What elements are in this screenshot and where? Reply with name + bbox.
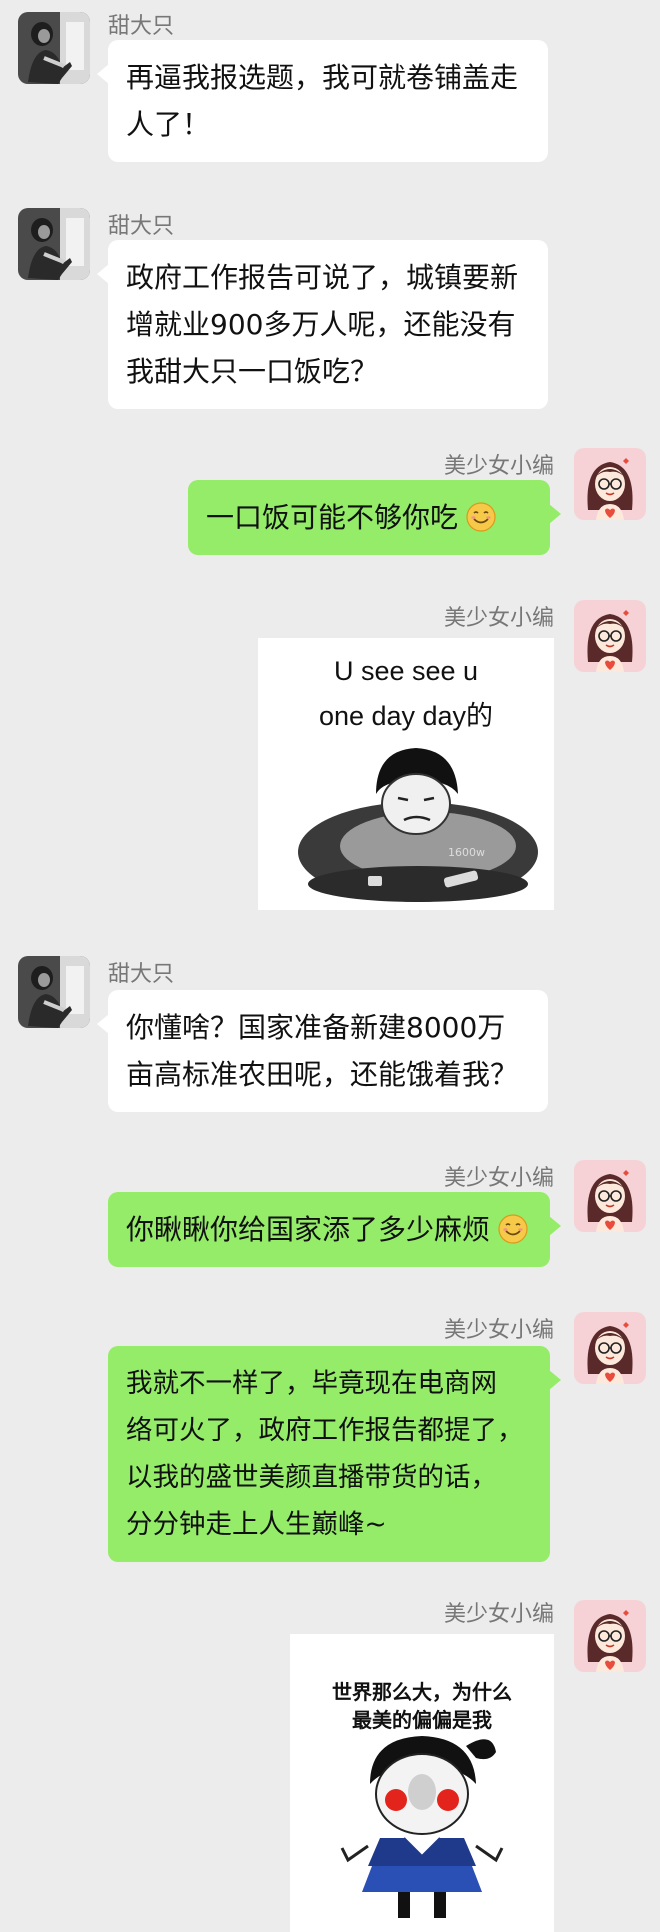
smile-emoji-icon	[498, 1214, 528, 1244]
sender-name: 甜大只	[108, 962, 175, 987]
message-bubble[interactable]: 再逼我报选题，我可就卷铺盖走 人了！	[97, 40, 548, 162]
sender-name: 美少女小编	[443, 1166, 554, 1191]
message-bubble[interactable]: 政府工作报告可说了，城镇要新 增就业900多万人呢，还能没有 我甜大只一口饭吃？	[97, 240, 548, 409]
smile-emoji-icon	[466, 502, 496, 532]
sender-name: 美少女小编	[443, 1602, 554, 1627]
message-bubble[interactable]: 你懂啥？国家准备新建8000万 亩高标准农田呢，还能饿着我？	[97, 990, 548, 1112]
sticker-character-icon	[340, 1736, 504, 1918]
message-line: 分分钟走上人生巅峰~	[126, 1509, 387, 1540]
message-line: 以我的盛世美颜直播带货的话，	[126, 1462, 497, 1493]
avatar[interactable]	[574, 448, 646, 520]
avatar[interactable]	[18, 12, 90, 84]
avatar[interactable]	[574, 1312, 646, 1384]
message-bubble[interactable]: 一口饭可能不够你吃	[188, 480, 561, 555]
avatar[interactable]	[18, 208, 90, 280]
message-bubble[interactable]: 我就不一样了，毕竟现在电商网 络可火了，政府工作报告都提了， 以我的盛世美颜直播…	[108, 1346, 561, 1562]
message-line: 你懂啥？国家准备新建8000万	[126, 1011, 506, 1044]
avatar[interactable]	[574, 1160, 646, 1232]
avatar[interactable]	[18, 956, 90, 1028]
message-line: 再逼我报选题，我可就卷铺盖走	[126, 61, 519, 94]
avatar[interactable]	[574, 600, 646, 672]
avatar[interactable]	[574, 1600, 646, 1672]
message-line: 增就业900多万人呢，还能没有	[126, 308, 516, 341]
message-line: 我甜大只一口饭吃？	[126, 355, 379, 388]
sender-name: 甜大只	[108, 214, 175, 239]
message-line: 你瞅瞅你给国家添了多少麻烦	[126, 1213, 491, 1246]
message-line: 亩高标准农田呢，还能饿着我？	[126, 1058, 519, 1091]
message-bubble[interactable]: 你瞅瞅你给国家添了多少麻烦	[108, 1192, 561, 1267]
sender-name: 美少女小编	[443, 454, 554, 479]
sender-name: 美少女小编	[443, 1318, 554, 1343]
message-line: 政府工作报告可说了，城镇要新	[126, 261, 519, 294]
sender-name: 甜大只	[108, 14, 175, 39]
message-line: 络可火了，政府工作报告都提了，	[126, 1415, 524, 1446]
sticker-character-icon: 1600w	[298, 748, 538, 902]
message-line: 人了！	[126, 108, 211, 141]
message-line: 我就不一样了，毕竟现在电商网	[126, 1368, 497, 1399]
sender-name: 美少女小编	[443, 606, 554, 631]
sticker-image[interactable]: U see see u one day day的 1600w	[258, 638, 554, 910]
message-line: 一口饭可能不够你吃	[206, 501, 459, 534]
svg-text:1600w: 1600w	[448, 846, 485, 859]
sticker-image[interactable]: 世界那么大，为什么 最美的偏偏是我	[290, 1634, 554, 1932]
